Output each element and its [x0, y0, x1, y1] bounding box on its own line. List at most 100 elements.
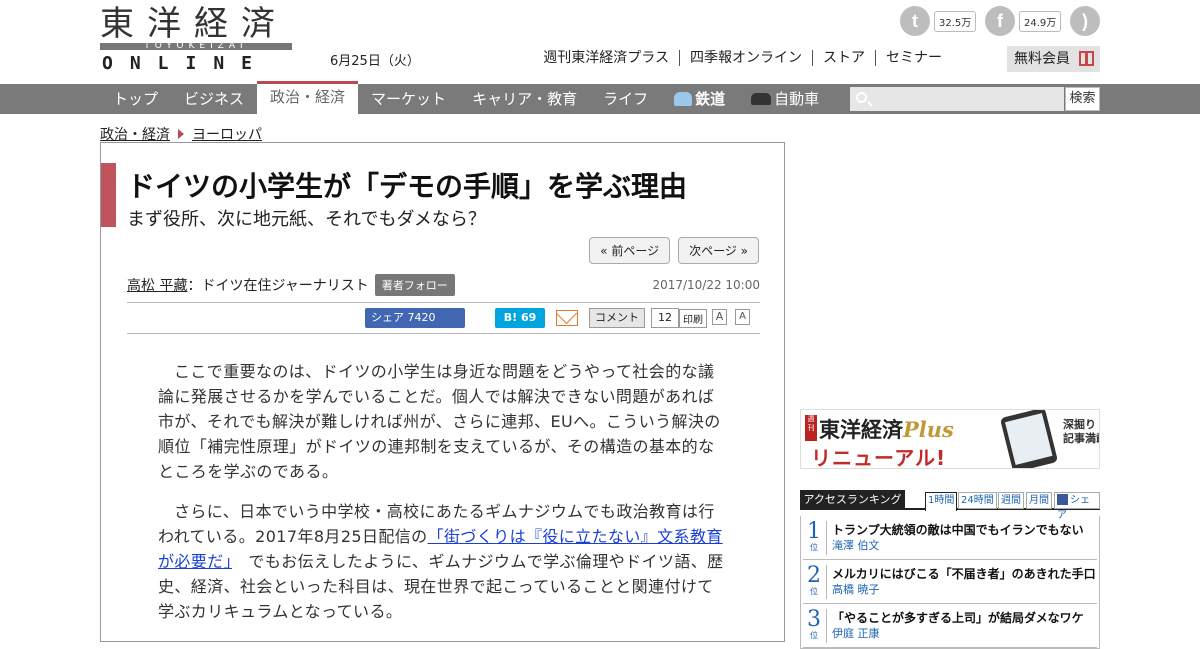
train-icon [674, 92, 693, 106]
logo-sub: TOYOKEIZAI [144, 41, 248, 51]
rank-divider [826, 609, 827, 643]
top-link-shikiho[interactable]: 四季報オンライン [679, 50, 812, 66]
nav-item-politics-economy[interactable]: 政治・経済 [257, 81, 359, 114]
free-member-label: 無料会員 [1014, 51, 1070, 67]
font-small-button[interactable]: A [735, 309, 750, 325]
breadcrumb-arrow-icon [178, 129, 184, 139]
ad-tag-1: 深掘り [1063, 418, 1096, 431]
rank-number: 2 [807, 563, 821, 588]
paragraph-2-text-b: でもお伝えしたように、ギムナジウムで学ぶ倫理やドイツ語、歴史、経済、社会といった… [158, 552, 724, 621]
rank-title[interactable]: メルカリにはびこる「不届き者」のあきれた手口 [832, 565, 1096, 582]
facebook-share-button[interactable]: シェア 7420 [365, 308, 465, 328]
article: ドイツの小学生が「デモの手順」を学ぶ理由 まず役所、次に地元紙、それでもダメなら… [100, 142, 785, 642]
ranking-item[interactable]: 3 位 「やることが多すぎる上司」が結局ダメなワケ 伊庭 正康 [803, 604, 1097, 648]
tab-monthly[interactable]: 月間 [1026, 492, 1052, 509]
author-row: 高松 平藏 ：ドイツ在住ジャーナリスト 著者フォロー 2017/10/22 10… [127, 274, 760, 296]
nav-item-auto[interactable]: 自動車 [738, 84, 832, 114]
rss-icon[interactable]: ) [1070, 6, 1100, 36]
ad-brand-plus: Plus [903, 417, 954, 442]
top-links: 週刊東洋経済プラス 四季報オンライン ストア セミナー [533, 50, 952, 66]
breadcrumb-politics[interactable]: 政治・経済 [100, 124, 170, 144]
ranking-tabs: アクセスランキング 1時間 24時間 週間 月間 シェア [800, 490, 1100, 521]
free-member-button[interactable]: 無料会員 [1007, 46, 1100, 72]
rank-title[interactable]: 「やることが多すぎる上司」が結局ダメなワケ [832, 609, 1084, 626]
rank-author[interactable]: 滝澤 伯文 [832, 537, 880, 553]
main-nav: トップ ビジネス 政治・経済 マーケット キャリア・教育 ライフ 鉄道 自動車 … [0, 81, 1200, 114]
next-page-button[interactable]: 次ページ » [678, 237, 759, 264]
comment-button[interactable]: コメント 12 [589, 308, 679, 328]
smartphone-icon [999, 410, 1059, 468]
ad-weekly-badge: 週刊 [805, 415, 817, 441]
twitter-follow[interactable]: t 32.5万 [900, 5, 977, 37]
comment-label: コメント [589, 308, 645, 328]
rank-suffix: 位 [810, 631, 818, 640]
rank-divider [826, 521, 827, 555]
ad-brand: 東洋経済Plus [819, 414, 954, 444]
mail-icon[interactable] [556, 310, 578, 326]
nav-item-career[interactable]: キャリア・教育 [459, 84, 590, 114]
share-row: シェア 7420 B! 69 コメント 12 印刷 A A [127, 302, 760, 334]
pager: « 前ページ 次ページ » [589, 237, 759, 264]
ranking-item[interactable]: 1 位 トランプ大統領の敵は中国でもイランでもない 滝澤 伯文 [803, 516, 1097, 560]
print-button[interactable]: 印刷 [679, 309, 707, 328]
paragraph-2: さらに、日本でいう中学校・高校にあたるギムナジウムでも政治教育は行われている。2… [158, 499, 726, 624]
nav-item-business[interactable]: ビジネス [171, 84, 257, 114]
twitter-icon[interactable]: t [900, 6, 930, 36]
logo-kanji: 東洋経済 [100, 4, 288, 44]
rank-number: 3 [807, 607, 821, 632]
rank-author[interactable]: 伊庭 正康 [832, 625, 880, 641]
ranking-list: 1 位 トランプ大統領の敵は中国でもイランでもない 滝澤 伯文 2 位 メルカリ… [800, 516, 1100, 649]
breadcrumb-europe[interactable]: ヨーロッパ [192, 124, 262, 144]
publish-date: 2017/10/22 10:00 [652, 278, 760, 292]
rank-number: 1 [807, 519, 821, 544]
rss-follow[interactable]: ) [1070, 5, 1100, 37]
breadcrumb: 政治・経済 ヨーロッパ [100, 124, 262, 144]
comment-count: 12 [651, 308, 679, 328]
top-link-store[interactable]: ストア [812, 50, 875, 66]
nav-items: トップ ビジネス 政治・経済 マーケット キャリア・教育 ライフ 鉄道 自動車 [100, 81, 832, 114]
prev-page-button[interactable]: « 前ページ [589, 237, 671, 264]
nav-railway-label: 鉄道 [695, 90, 726, 108]
rank-title[interactable]: トランプ大統領の敵は中国でもイランでもない [832, 521, 1084, 538]
nav-item-market[interactable]: マーケット [358, 84, 459, 114]
paragraph-1: ここで重要なのは、ドイツの小学生は身近な問題をどうやって社会的な議論に発展させる… [158, 362, 721, 481]
weekly-plus-banner[interactable]: 週刊 東洋経済Plus リニューアル! 深掘り記事満載 [800, 409, 1100, 469]
site-logo[interactable]: 東洋経済 TOYOKEIZAI ONLINE [100, 4, 292, 74]
article-title: ドイツの小学生が「デモの手順」を学ぶ理由 [127, 170, 688, 203]
tab-24hours[interactable]: 24時間 [958, 492, 997, 509]
top-link-plus[interactable]: 週刊東洋経済プラス [533, 50, 679, 66]
gift-icon [1079, 51, 1094, 66]
car-icon [751, 93, 772, 105]
facebook-icon [1057, 494, 1068, 505]
rank-suffix: 位 [810, 587, 818, 596]
hatena-bookmark-button[interactable]: B! 69 [495, 308, 545, 328]
access-ranking: アクセスランキング 1時間 24時間 週間 月間 シェア 1 位 トランプ大統領… [800, 490, 1100, 649]
search-input[interactable] [850, 87, 1064, 111]
ad-brand-name: 東洋経済 [819, 418, 903, 442]
rank-divider [826, 565, 827, 599]
current-date: 6月25日（火） [330, 54, 420, 69]
site-header: 東洋経済 TOYOKEIZAI ONLINE 6月25日（火） t 32.5万 … [0, 0, 1200, 84]
search-button[interactable]: 検索 [1065, 87, 1100, 111]
tab-weekly[interactable]: 週間 [998, 492, 1024, 509]
facebook-follow[interactable]: f 24.9万 [985, 5, 1062, 37]
logo-online: ONLINE [102, 53, 270, 74]
top-link-seminar[interactable]: セミナー [875, 50, 952, 66]
nav-item-life[interactable]: ライフ [590, 84, 661, 114]
font-large-button[interactable]: A [712, 309, 727, 325]
author-name[interactable]: 高松 平藏 [127, 275, 187, 295]
ad-renewal: リニューアル! [811, 446, 947, 469]
twitter-count: 32.5万 [934, 10, 977, 32]
nav-item-railway[interactable]: 鉄道 [661, 84, 738, 114]
ranking-item[interactable]: 2 位 メルカリにはびこる「不届き者」のあきれた手口 高橋 暁子 [803, 560, 1097, 604]
nav-item-top[interactable]: トップ [100, 84, 171, 114]
ad-tag-2: 記事満載 [1063, 432, 1099, 445]
tab-share[interactable]: シェア [1054, 492, 1100, 521]
tab-1hour[interactable]: 1時間 [925, 492, 958, 511]
author-follow-button[interactable]: 著者フォロー [374, 274, 455, 296]
facebook-count: 24.9万 [1019, 10, 1062, 32]
search-icon [856, 92, 867, 103]
facebook-icon[interactable]: f [985, 6, 1015, 36]
facebook-share-count: 7420 [407, 311, 436, 324]
rank-author[interactable]: 高橋 暁子 [832, 581, 880, 597]
